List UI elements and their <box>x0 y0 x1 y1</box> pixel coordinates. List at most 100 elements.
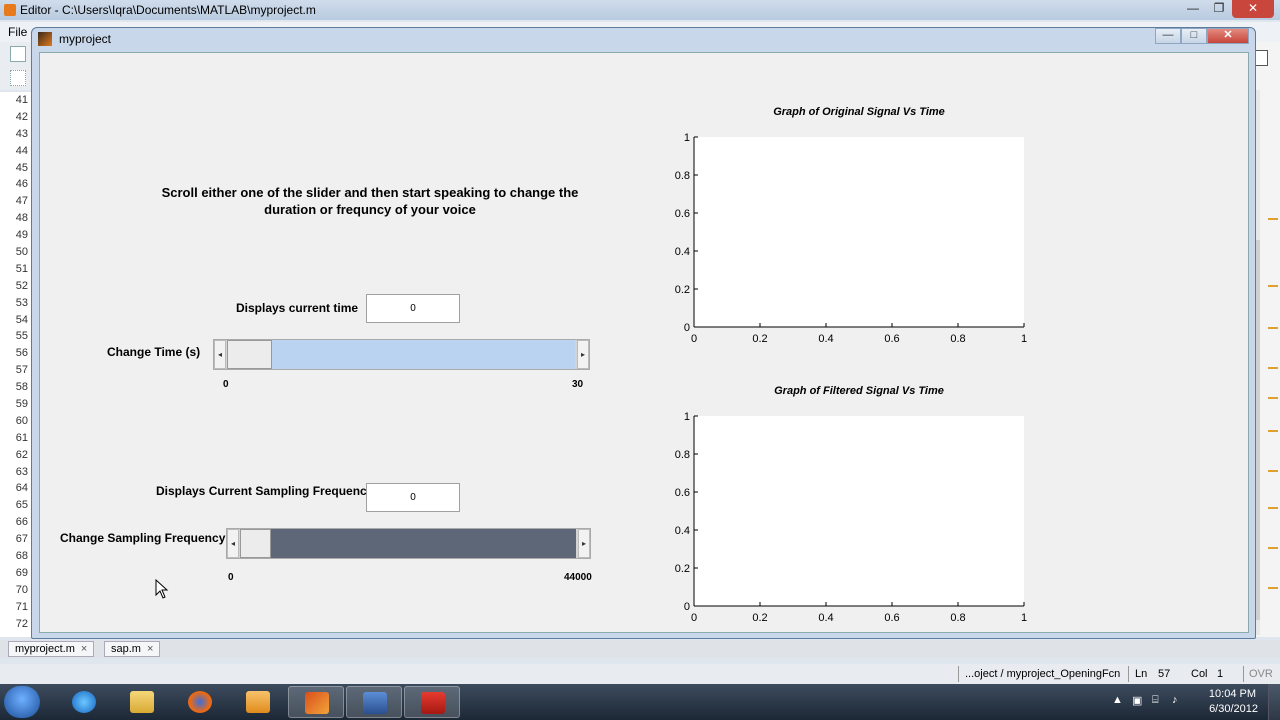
y-tick-label: 0.2 <box>675 563 690 575</box>
line-number: 69 <box>15 566 28 579</box>
clock-time[interactable]: 10:04 PM <box>1209 688 1256 700</box>
pdf-reader-button[interactable] <box>404 686 460 718</box>
line-number: 59 <box>15 398 28 411</box>
warning-marker[interactable] <box>1268 430 1278 432</box>
filtered-signal-axes[interactable]: 0 0.2 0.4 0.6 0.8 1 0 0.2 0.4 0.6 0.8 1 <box>675 411 1027 624</box>
x-tick-label: 0.8 <box>950 612 965 624</box>
matlab-button[interactable] <box>288 686 344 718</box>
volume-icon[interactable]: ♪ <box>1172 694 1184 706</box>
line-number: 44 <box>15 144 28 157</box>
line-number: 66 <box>15 516 28 529</box>
editor-title: Editor - C:\Users\Iqra\Documents\MATLAB\… <box>20 3 316 17</box>
warning-marker[interactable] <box>1268 587 1278 589</box>
firefox-icon <box>188 691 212 713</box>
close-icon[interactable]: ✕ <box>1232 0 1274 18</box>
cell-mode-icon[interactable] <box>10 70 26 86</box>
taskbar: ▲ ▣ ⌸ ♪ 10:04 PM 6/30/2012 <box>0 684 1280 720</box>
line-number: 53 <box>15 296 28 309</box>
line-number: 72 <box>15 617 28 630</box>
y-tick-label: 0 <box>684 322 690 334</box>
warning-marker[interactable] <box>1268 218 1278 220</box>
warning-marker[interactable] <box>1268 327 1278 329</box>
plot-area <box>694 416 1024 606</box>
figure-title-bar[interactable]: myproject — □ ✕ <box>32 28 1255 50</box>
y-tick-label: 1 <box>684 132 690 144</box>
slider-thumb[interactable] <box>240 529 271 558</box>
new-file-icon[interactable] <box>10 46 26 62</box>
tab-myproject[interactable]: myproject.m × <box>8 641 95 657</box>
clock-date[interactable]: 6/30/2012 <box>1209 703 1258 715</box>
network-icon[interactable]: ⌸ <box>1152 694 1164 706</box>
editor-status-bar: ...oject / myproject_OpeningFcn Ln 57 Co… <box>0 664 1280 684</box>
minimize-icon[interactable]: — <box>1155 28 1181 44</box>
matlab-editor-icon <box>4 4 16 16</box>
line-number: 63 <box>15 465 28 478</box>
line-number: 67 <box>15 533 28 546</box>
slider-left-arrow-icon[interactable]: ◂ <box>214 340 226 369</box>
tab-close-icon[interactable]: × <box>147 643 153 655</box>
slider-thumb[interactable] <box>227 340 272 369</box>
floppy-icon <box>363 692 387 714</box>
internet-explorer-button[interactable] <box>56 686 112 718</box>
freq-slider-min: 0 <box>228 572 234 583</box>
media-player-button[interactable] <box>230 686 286 718</box>
line-number: 46 <box>15 178 28 191</box>
matlab-figure-icon <box>38 32 52 46</box>
line-number: 54 <box>15 313 28 326</box>
y-tick-label: 0.6 <box>675 487 690 499</box>
slider-track[interactable] <box>271 529 576 558</box>
warning-marker[interactable] <box>1268 507 1278 509</box>
line-number: 43 <box>15 127 28 140</box>
time-slider-label: Change Time (s) <box>107 345 201 359</box>
close-icon[interactable]: ✕ <box>1207 28 1249 44</box>
matlab-icon <box>305 692 329 714</box>
show-desktop-button[interactable] <box>1268 684 1280 720</box>
x-tick-label: 0 <box>691 612 697 624</box>
pdf-icon <box>421 692 445 714</box>
plot-area <box>694 137 1024 327</box>
warning-marker[interactable] <box>1268 470 1278 472</box>
menu-file[interactable]: File <box>8 25 27 39</box>
file-explorer-button[interactable] <box>114 686 170 718</box>
minimize-icon[interactable]: — <box>1180 0 1206 18</box>
start-button-icon[interactable] <box>4 686 40 718</box>
line-number: 65 <box>15 499 28 512</box>
tab-close-icon[interactable]: × <box>81 643 87 655</box>
editor-tab-bar: myproject.m × sap.m × <box>0 640 1280 658</box>
time-slider[interactable]: ◂ ▸ <box>213 339 590 370</box>
slider-right-arrow-icon[interactable]: ▸ <box>577 340 589 369</box>
warning-marker[interactable] <box>1268 397 1278 399</box>
status-ln: 57 <box>1158 668 1171 680</box>
media-player-icon <box>246 691 270 713</box>
time-slider-max: 30 <box>572 379 584 390</box>
y-tick-label: 0 <box>684 601 690 613</box>
mouse-cursor-icon <box>155 579 169 599</box>
device-icon[interactable]: ▣ <box>1132 694 1144 707</box>
warning-marker[interactable] <box>1268 285 1278 287</box>
slider-track[interactable] <box>272 340 575 369</box>
line-number: 49 <box>15 229 28 242</box>
freq-display-field[interactable]: 0 <box>366 483 460 512</box>
slider-right-arrow-icon[interactable]: ▸ <box>578 529 590 558</box>
tab-sap[interactable]: sap.m × <box>104 641 161 657</box>
firefox-button[interactable] <box>172 686 228 718</box>
freq-slider[interactable]: ◂ ▸ <box>226 528 591 559</box>
show-hidden-icons-icon[interactable]: ▲ <box>1112 694 1124 706</box>
tab-label: sap.m <box>111 643 141 655</box>
maximize-icon[interactable]: □ <box>1181 28 1207 44</box>
editor-app-button[interactable] <box>346 686 402 718</box>
y-tick-label: 0.4 <box>675 525 690 537</box>
original-signal-axes[interactable]: 0 0.2 0.4 0.6 0.8 1 0 0.2 0.4 0.6 0.8 1 <box>675 132 1027 345</box>
warning-marker[interactable] <box>1268 547 1278 549</box>
status-col-label: Col <box>1191 668 1208 680</box>
warning-marker[interactable] <box>1268 367 1278 369</box>
line-number: 55 <box>15 330 28 343</box>
slider-left-arrow-icon[interactable]: ◂ <box>227 529 239 558</box>
x-tick-label: 0.6 <box>884 333 899 345</box>
restore-icon[interactable]: ❐ <box>1206 0 1232 18</box>
time-display-field[interactable]: 0 <box>366 294 460 323</box>
status-function: ...oject / myproject_OpeningFcn <box>965 668 1121 680</box>
x-tick-label: 0.2 <box>752 333 767 345</box>
internet-explorer-icon <box>72 691 96 713</box>
instructions-text: Scroll either one of the slider and then… <box>161 185 579 217</box>
